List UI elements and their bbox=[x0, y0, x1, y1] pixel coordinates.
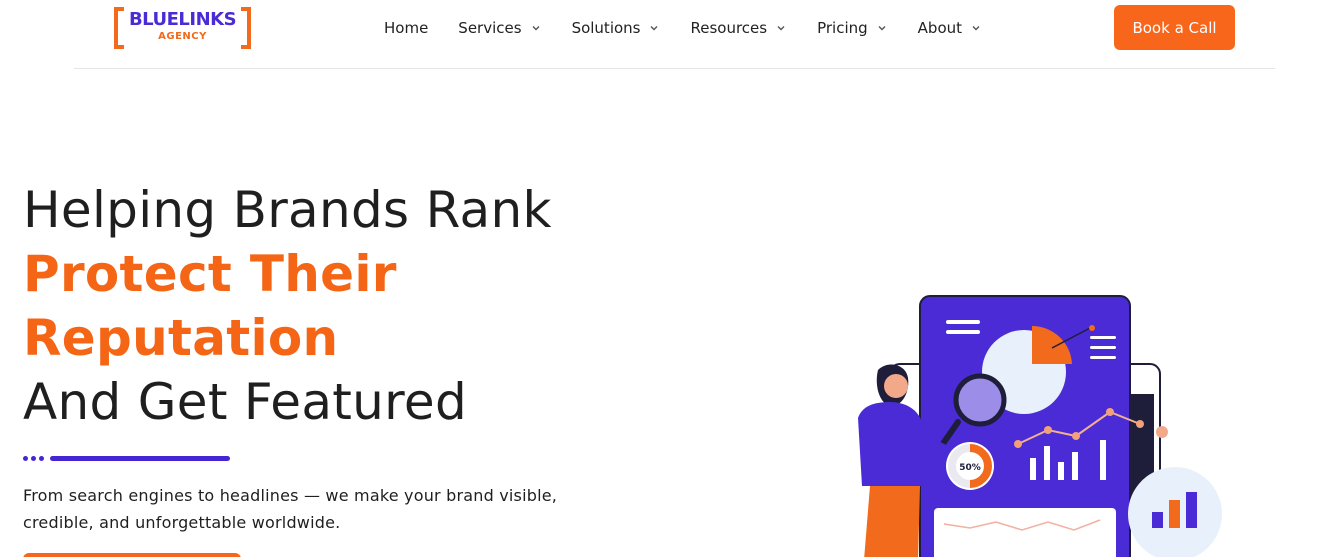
nav-item-pricing[interactable]: Pricing bbox=[817, 19, 888, 37]
chevron-down-icon bbox=[970, 22, 982, 34]
hero-headline-highlight-1: Protect Their bbox=[23, 245, 397, 303]
nav-item-label: About bbox=[917, 19, 963, 37]
chevron-down-icon bbox=[648, 22, 660, 34]
book-a-call-button[interactable]: Book a Call bbox=[1114, 5, 1235, 50]
nav-item-label: Home bbox=[384, 19, 429, 37]
chevron-down-icon bbox=[876, 22, 888, 34]
accent-bar bbox=[50, 455, 230, 461]
nav-item-label: Services bbox=[458, 19, 522, 37]
nav-item-services[interactable]: Services bbox=[458, 19, 541, 37]
logo-bracket-left bbox=[114, 7, 124, 49]
chevron-down-icon bbox=[530, 22, 542, 34]
bottom-card bbox=[934, 508, 1116, 557]
accent-dot bbox=[23, 455, 28, 461]
logo-subtitle: AGENCY bbox=[158, 31, 207, 42]
bar-chart-icon bbox=[1128, 467, 1222, 557]
hero-cta-button[interactable] bbox=[23, 553, 241, 557]
nav-item-home[interactable]: Home bbox=[384, 19, 428, 37]
header-divider bbox=[74, 68, 1275, 69]
headline-accent-divider bbox=[23, 454, 230, 462]
logo-wordmark: BLUELINKS bbox=[128, 9, 237, 30]
donut-chart: 50% bbox=[946, 442, 994, 490]
hand bbox=[1156, 426, 1168, 438]
nav-item-label: Resources bbox=[690, 19, 768, 37]
nav-item-label: Solutions bbox=[571, 19, 641, 37]
nav-item-resources[interactable]: Resources bbox=[690, 19, 787, 37]
hero-headline-highlight-2: Reputation bbox=[23, 309, 339, 367]
hero-description-line-2: credible, and unforgettable worldwide. bbox=[23, 513, 341, 532]
brand-logo[interactable]: BLUELINKS AGENCY bbox=[114, 7, 251, 49]
logo-bracket-right bbox=[241, 7, 251, 49]
accent-dot bbox=[39, 455, 44, 461]
hero-description: From search engines to headlines — we ma… bbox=[23, 482, 623, 536]
hero-description-line-1: From search engines to headlines — we ma… bbox=[23, 486, 558, 505]
main-nav: Home Services Solutions Resources Pricin… bbox=[384, 17, 982, 39]
hero-headline-line-4: And Get Featured bbox=[23, 373, 468, 431]
chevron-down-icon bbox=[775, 22, 787, 34]
donut-percent-label: 50% bbox=[959, 463, 981, 473]
nav-item-label: Pricing bbox=[817, 19, 868, 37]
nav-item-solutions[interactable]: Solutions bbox=[572, 19, 661, 37]
hero-headline-line-1: Helping Brands Rank bbox=[23, 181, 552, 239]
seo-analytics-illustration: 50% bbox=[858, 295, 1222, 557]
nav-item-about[interactable]: About bbox=[918, 19, 982, 37]
accent-dot bbox=[31, 455, 36, 461]
